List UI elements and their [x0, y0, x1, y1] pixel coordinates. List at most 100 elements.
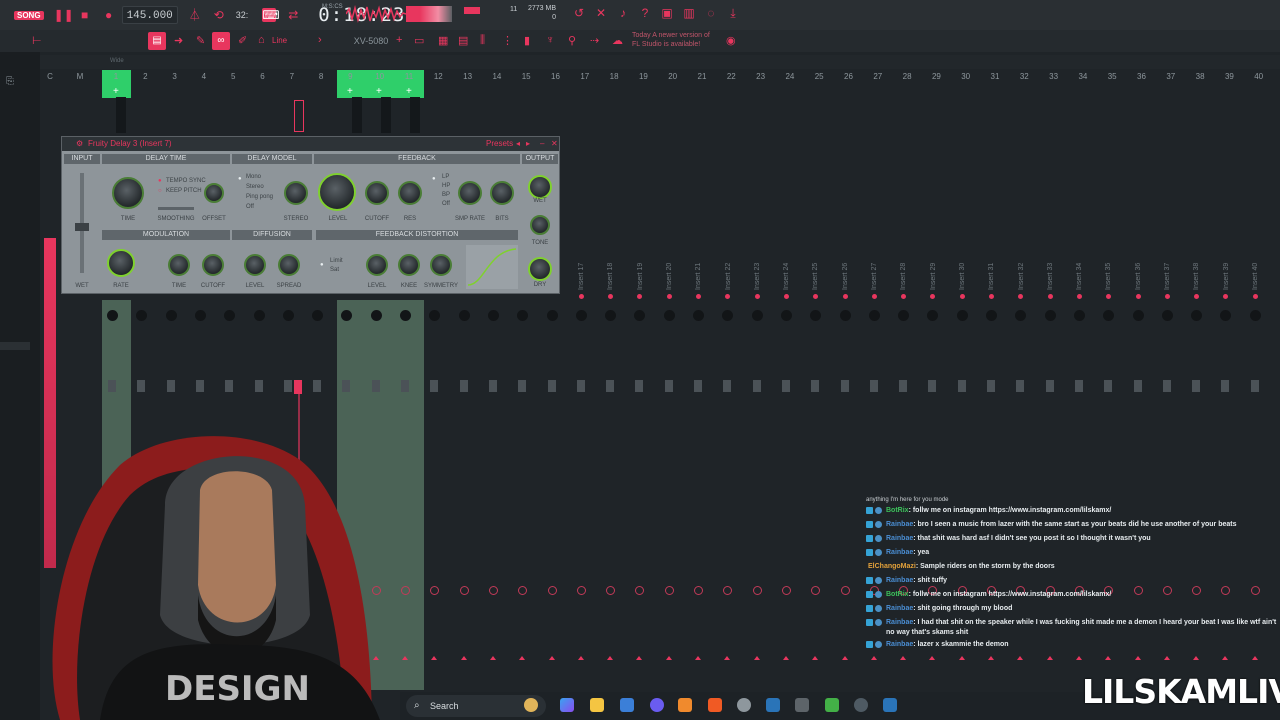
next-arrow-icon[interactable]: ›: [318, 34, 322, 46]
add-icon[interactable]: +: [113, 86, 119, 97]
track-number[interactable]: 15: [516, 72, 536, 81]
feedback-cutoff-knob[interactable]: [365, 181, 389, 205]
volume-fader[interactable]: [869, 380, 878, 392]
track-number[interactable]: 38: [1190, 72, 1210, 81]
track-number[interactable]: 12: [428, 72, 448, 81]
track-number[interactable]: 21: [692, 72, 712, 81]
stop-icon[interactable]: ■: [78, 8, 92, 22]
volume-fader[interactable]: [899, 380, 908, 392]
route-arrow-icon[interactable]: [841, 656, 848, 660]
stereo-knob[interactable]: [284, 181, 308, 205]
pan-knob[interactable]: [1132, 310, 1144, 321]
mini-fader[interactable]: [410, 97, 420, 133]
close-icon[interactable]: ✕: [551, 137, 558, 151]
route-arrow-icon[interactable]: [1017, 656, 1024, 660]
track-number[interactable]: 14: [487, 72, 507, 81]
mic-icon[interactable]: ♪: [612, 6, 634, 21]
volume-fader[interactable]: [401, 380, 409, 392]
route-dot[interactable]: [578, 294, 584, 299]
step-value[interactable]: 32:: [232, 6, 253, 24]
volume-fader[interactable]: [1016, 380, 1025, 392]
track-number[interactable]: 26: [839, 72, 859, 81]
preset-prev-icon[interactable]: ◂: [516, 137, 520, 151]
route-arrow-icon[interactable]: [460, 656, 467, 660]
volume-fader[interactable]: [342, 380, 351, 392]
track-number[interactable]: 3: [165, 72, 185, 81]
pause-icon[interactable]: ❚❚: [54, 8, 74, 22]
volume-fader[interactable]: [313, 380, 322, 392]
route-arrow-icon[interactable]: [548, 656, 555, 660]
chat-username[interactable]: Rainbae: [886, 521, 913, 528]
track-number[interactable]: 37: [1161, 72, 1181, 81]
track-number[interactable]: 24: [780, 72, 800, 81]
route-dot[interactable]: [1252, 294, 1258, 299]
volume-fader[interactable]: [1221, 380, 1230, 392]
volume-fader[interactable]: [723, 380, 732, 392]
typing-keyboard-icon[interactable]: ⌨: [262, 8, 280, 22]
track-number[interactable]: 5: [223, 72, 243, 81]
volume-fader[interactable]: [254, 380, 263, 392]
track-number[interactable]: 34: [1073, 72, 1093, 81]
route-arrow-icon[interactable]: [607, 656, 614, 660]
pan-knob[interactable]: [780, 310, 792, 321]
route-dot[interactable]: [754, 294, 760, 299]
track-number[interactable]: 36: [1132, 72, 1152, 81]
track-number[interactable]: 35: [1102, 72, 1122, 81]
pan-knob[interactable]: [1161, 310, 1173, 321]
instrument-select[interactable]: XV-5080: [350, 33, 392, 49]
pencil-icon[interactable]: ✎: [196, 34, 205, 47]
track-number[interactable]: 31: [985, 72, 1005, 81]
volume-fader[interactable]: [811, 380, 820, 392]
route-arrow-icon[interactable]: [724, 656, 731, 660]
chat-username[interactable]: Rainbae: [886, 605, 913, 612]
chat-username[interactable]: BotRix: [886, 591, 909, 598]
stereo-option[interactable]: Stereo: [246, 183, 264, 191]
dry-knob[interactable]: [528, 257, 552, 281]
offset-knob[interactable]: [204, 183, 224, 203]
tempo-sync-radio-icon[interactable]: ●: [158, 177, 162, 185]
time-knob[interactable]: [112, 177, 144, 209]
tools-icon[interactable]: ✕: [590, 6, 612, 21]
route-arrow-icon[interactable]: [782, 656, 789, 660]
route-dot[interactable]: [783, 294, 789, 299]
volume-fader[interactable]: [108, 380, 116, 392]
help-icon[interactable]: ?: [634, 6, 656, 21]
minimize-icon[interactable]: –: [540, 137, 544, 151]
preset-next-icon[interactable]: ▸: [526, 137, 530, 151]
plugin-icon[interactable]: ▮: [524, 34, 530, 47]
volume-fader[interactable]: [1104, 380, 1113, 392]
add-icon[interactable]: +: [376, 86, 382, 97]
route-arrow-icon[interactable]: [988, 656, 994, 660]
store-icon[interactable]: [620, 698, 634, 712]
track-number[interactable]: 9: [340, 72, 360, 81]
track-number[interactable]: 4: [194, 72, 214, 81]
mini-fader[interactable]: [116, 97, 126, 133]
brave-icon[interactable]: [708, 698, 722, 712]
piano-roll-icon[interactable]: ▦: [438, 34, 448, 47]
track-number[interactable]: 29: [926, 72, 946, 81]
download-icon[interactable]: ⤓: [722, 6, 744, 21]
pan-knob[interactable]: [282, 310, 294, 321]
volume-fader[interactable]: [1074, 380, 1083, 392]
volume-fader[interactable]: [1192, 380, 1201, 392]
magnet-icon[interactable]: ⚲: [568, 34, 576, 47]
route-dot[interactable]: [989, 294, 994, 299]
record-arm-ring[interactable]: [694, 586, 703, 595]
bp-option[interactable]: BP: [442, 191, 450, 199]
volume-fader[interactable]: [225, 380, 234, 392]
chat-username[interactable]: ElChangoMazi: [868, 563, 916, 570]
record-arm-ring[interactable]: [401, 586, 410, 595]
filter-type-radio-icon[interactable]: ●: [432, 175, 436, 183]
channel-rack-icon[interactable]: ▤: [458, 34, 468, 47]
route-arrow-icon[interactable]: [1251, 656, 1258, 660]
track-number[interactable]: 33: [1044, 72, 1064, 81]
pan-knob[interactable]: [693, 310, 704, 321]
pan-knob[interactable]: [107, 310, 118, 321]
smp-rate-knob[interactable]: [458, 181, 482, 205]
record-arm-ring[interactable]: [781, 586, 791, 595]
pan-knob[interactable]: [400, 310, 411, 321]
volume-fader[interactable]: [840, 380, 849, 392]
mono-option[interactable]: Mono: [246, 173, 261, 181]
route-arrow-icon[interactable]: [402, 656, 408, 660]
playlist-button[interactable]: ▤: [148, 32, 166, 50]
